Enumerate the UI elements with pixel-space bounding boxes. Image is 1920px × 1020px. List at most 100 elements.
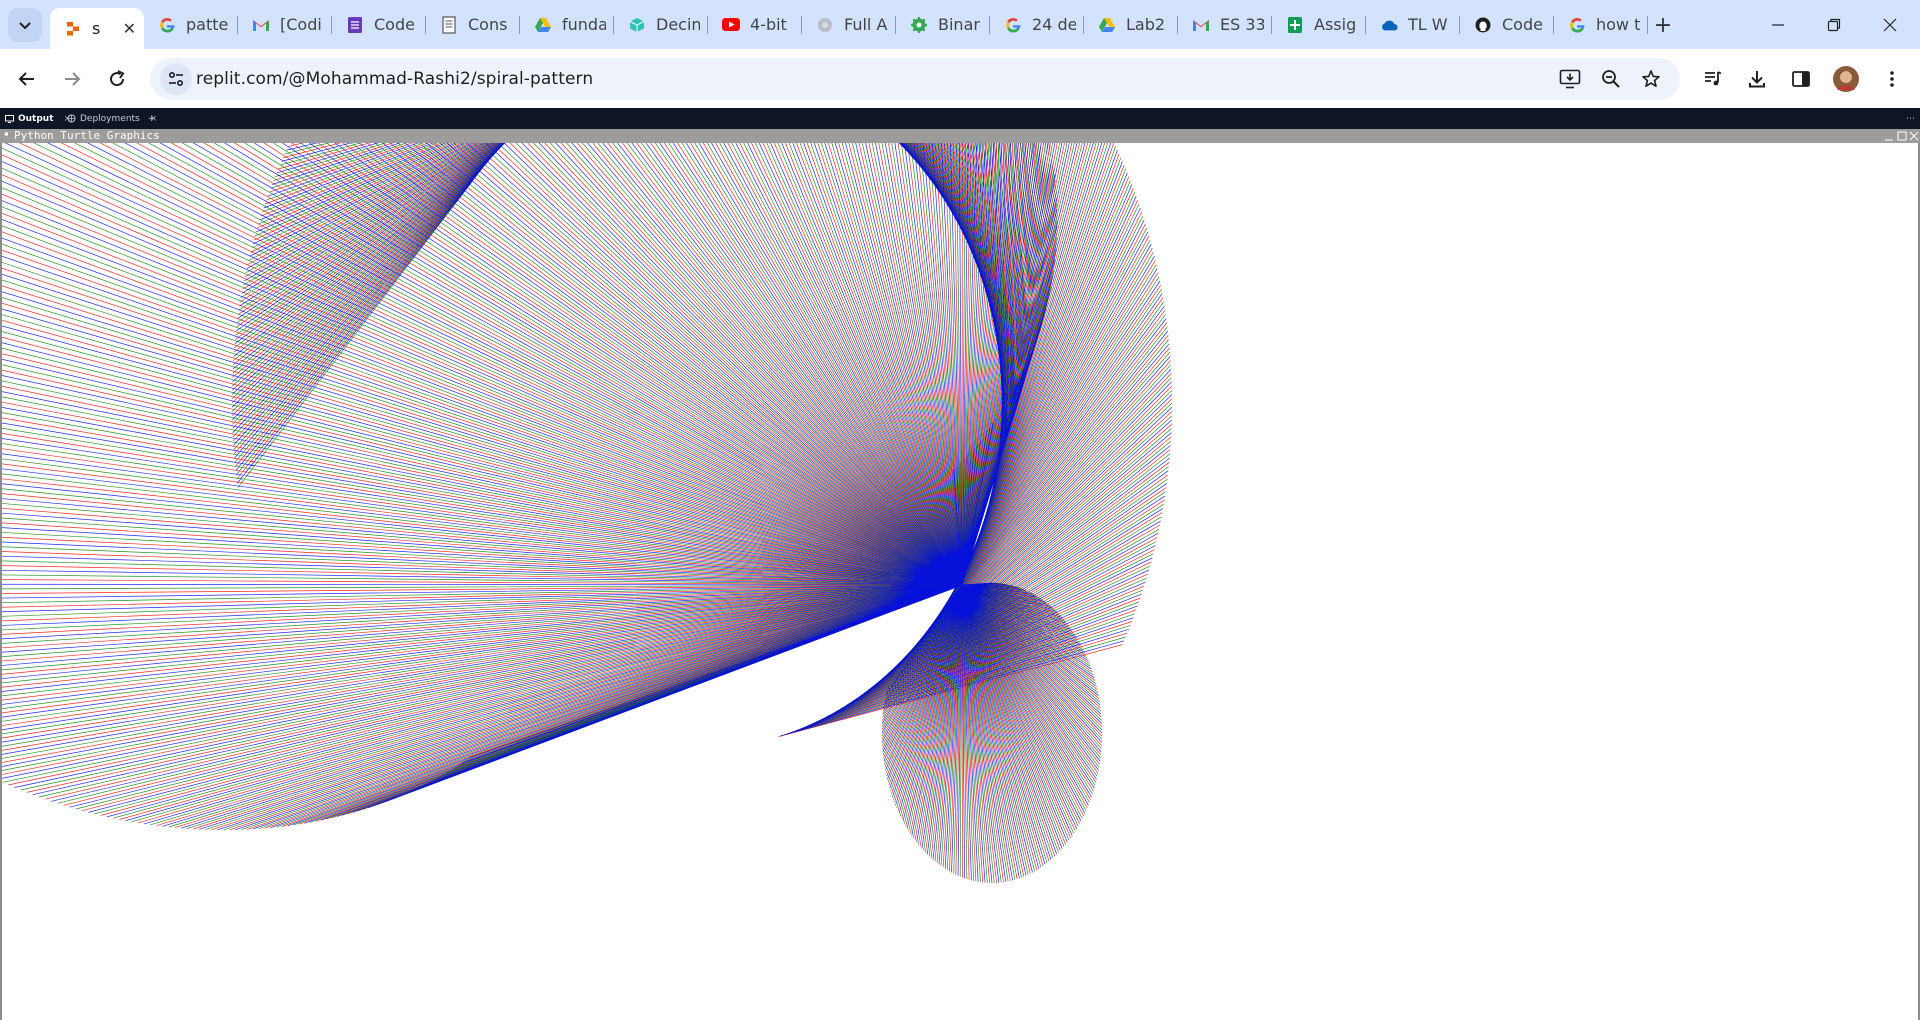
close-icon [1883, 18, 1897, 31]
browser-toolbar: replit.com/@Mohammad-Rashi2/spiral-patte… [0, 49, 1920, 108]
tab-output[interactable]: Output × [5, 108, 71, 129]
zoom-button[interactable] [1595, 63, 1627, 95]
onedrive-icon [1380, 16, 1398, 34]
google-icon [1004, 16, 1022, 34]
tab-deployments-label: Deployments [80, 113, 140, 124]
panel-more-button[interactable]: ⋯ [1906, 108, 1915, 129]
minimize-button[interactable] [1750, 0, 1806, 49]
tab-9[interactable]: Binar [896, 0, 990, 49]
tab-10[interactable]: 24 de [990, 0, 1084, 49]
tab-0[interactable]: s ✕ [50, 8, 144, 49]
tab-title: patte [186, 15, 229, 34]
cube-icon [628, 16, 646, 34]
tab-5[interactable]: funda [520, 0, 614, 49]
drive-icon [534, 16, 552, 34]
turtle-maximize-button[interactable] [1897, 131, 1907, 141]
tab-title: Decin [656, 15, 700, 34]
tab-title: TL W [1408, 15, 1448, 34]
tab-title: ES 33 [1220, 15, 1264, 34]
tab-title: Lab2 [1126, 15, 1166, 34]
document-icon [440, 15, 458, 34]
tab-8[interactable]: Full A [802, 0, 896, 49]
replit-icon [64, 20, 82, 38]
reload-button[interactable] [100, 62, 134, 96]
gmail-icon [252, 16, 270, 34]
install-icon [1559, 69, 1581, 89]
restore-button[interactable] [1806, 0, 1862, 49]
chevron-down-icon [19, 22, 31, 30]
google-icon [158, 16, 176, 34]
install-app-button[interactable] [1554, 63, 1586, 95]
downloads-button[interactable] [1740, 62, 1774, 96]
side-panel-icon [1792, 71, 1810, 87]
tab-1[interactable]: patte [144, 0, 238, 49]
turtle-window-icon: ▪ [4, 129, 9, 138]
close-tab-button[interactable]: ✕ [123, 19, 136, 38]
forms-icon [346, 16, 364, 34]
tab-title: Full A [844, 15, 888, 34]
profile-avatar[interactable] [1829, 62, 1863, 96]
download-icon [1749, 71, 1765, 88]
side-panel-button[interactable] [1784, 62, 1818, 96]
tab-title: Assig [1314, 15, 1357, 34]
avatar-icon [1833, 66, 1859, 92]
reload-icon [110, 70, 125, 87]
tab-3[interactable]: Code [332, 0, 426, 49]
turtle-canvas[interactable] [0, 143, 1920, 1020]
gear-icon [910, 16, 928, 34]
tab-title: Code [1502, 15, 1543, 34]
tab-2[interactable]: [Codi [238, 0, 332, 49]
media-control-button[interactable] [1696, 62, 1730, 96]
back-button[interactable] [10, 62, 44, 96]
minimize-icon [1885, 139, 1893, 141]
close-window-button[interactable] [1862, 0, 1918, 49]
browser-menu-button[interactable] [1875, 62, 1909, 96]
minimize-icon [1772, 23, 1784, 26]
gmail-icon [1192, 16, 1210, 34]
turtle-close-button[interactable] [1909, 131, 1919, 141]
turtle-window-titlebar: ▪ Python Turtle Graphics [0, 129, 1920, 143]
bookmark-button[interactable] [1635, 63, 1667, 95]
drive-icon [1098, 16, 1116, 34]
tab-6[interactable]: Decin [614, 0, 708, 49]
tab-11[interactable]: Lab2 [1084, 0, 1178, 49]
tab-deployments[interactable]: Deployments × [67, 108, 157, 129]
tab-15[interactable]: Code [1460, 0, 1554, 49]
tab-title: Cons [468, 15, 508, 34]
restore-icon [1827, 18, 1841, 31]
tab-title: Binar [938, 15, 980, 34]
tab-13[interactable]: Assig [1272, 0, 1366, 49]
spiral-pattern-drawing [2, 143, 1173, 884]
arrow-left-icon [18, 72, 34, 86]
star-icon [1642, 70, 1660, 87]
youtube-icon [722, 16, 740, 34]
add-panel-tab-button[interactable]: + [148, 108, 156, 129]
tab-title: Code [374, 15, 415, 34]
site-info-button[interactable] [160, 63, 192, 95]
forward-button[interactable] [55, 62, 89, 96]
tab-16[interactable]: how t [1554, 0, 1648, 49]
tab-title: 24 de [1032, 15, 1076, 34]
tab-4[interactable]: Cons [426, 0, 520, 49]
tab-title: [Codi [280, 15, 322, 34]
zoom-out-icon [1602, 70, 1620, 88]
deploy-icon [67, 114, 76, 123]
tab-title: funda [562, 15, 606, 34]
tab-title: 4-bit [750, 15, 787, 34]
address-bar[interactable]: replit.com/@Mohammad-Rashi2/spiral-patte… [150, 58, 1680, 100]
sheets-icon [1286, 16, 1304, 34]
turtle-minimize-button[interactable] [1884, 131, 1894, 141]
tab-title: how t [1596, 15, 1640, 34]
queue-music-icon [1705, 71, 1722, 86]
close-icon [1909, 131, 1919, 141]
url-text[interactable]: replit.com/@Mohammad-Rashi2/spiral-patte… [196, 69, 593, 89]
github-icon [1474, 16, 1492, 34]
google-icon [1568, 16, 1586, 34]
tab-14[interactable]: TL W [1366, 0, 1460, 49]
new-tab-button[interactable]: + [1648, 10, 1678, 40]
tab-7[interactable]: 4-bit [708, 0, 802, 49]
tab-12[interactable]: ES 33 [1178, 0, 1272, 49]
tab-search-button[interactable] [8, 8, 42, 42]
tune-icon [168, 71, 184, 87]
turtle-window-title: Python Turtle Graphics [14, 129, 160, 142]
